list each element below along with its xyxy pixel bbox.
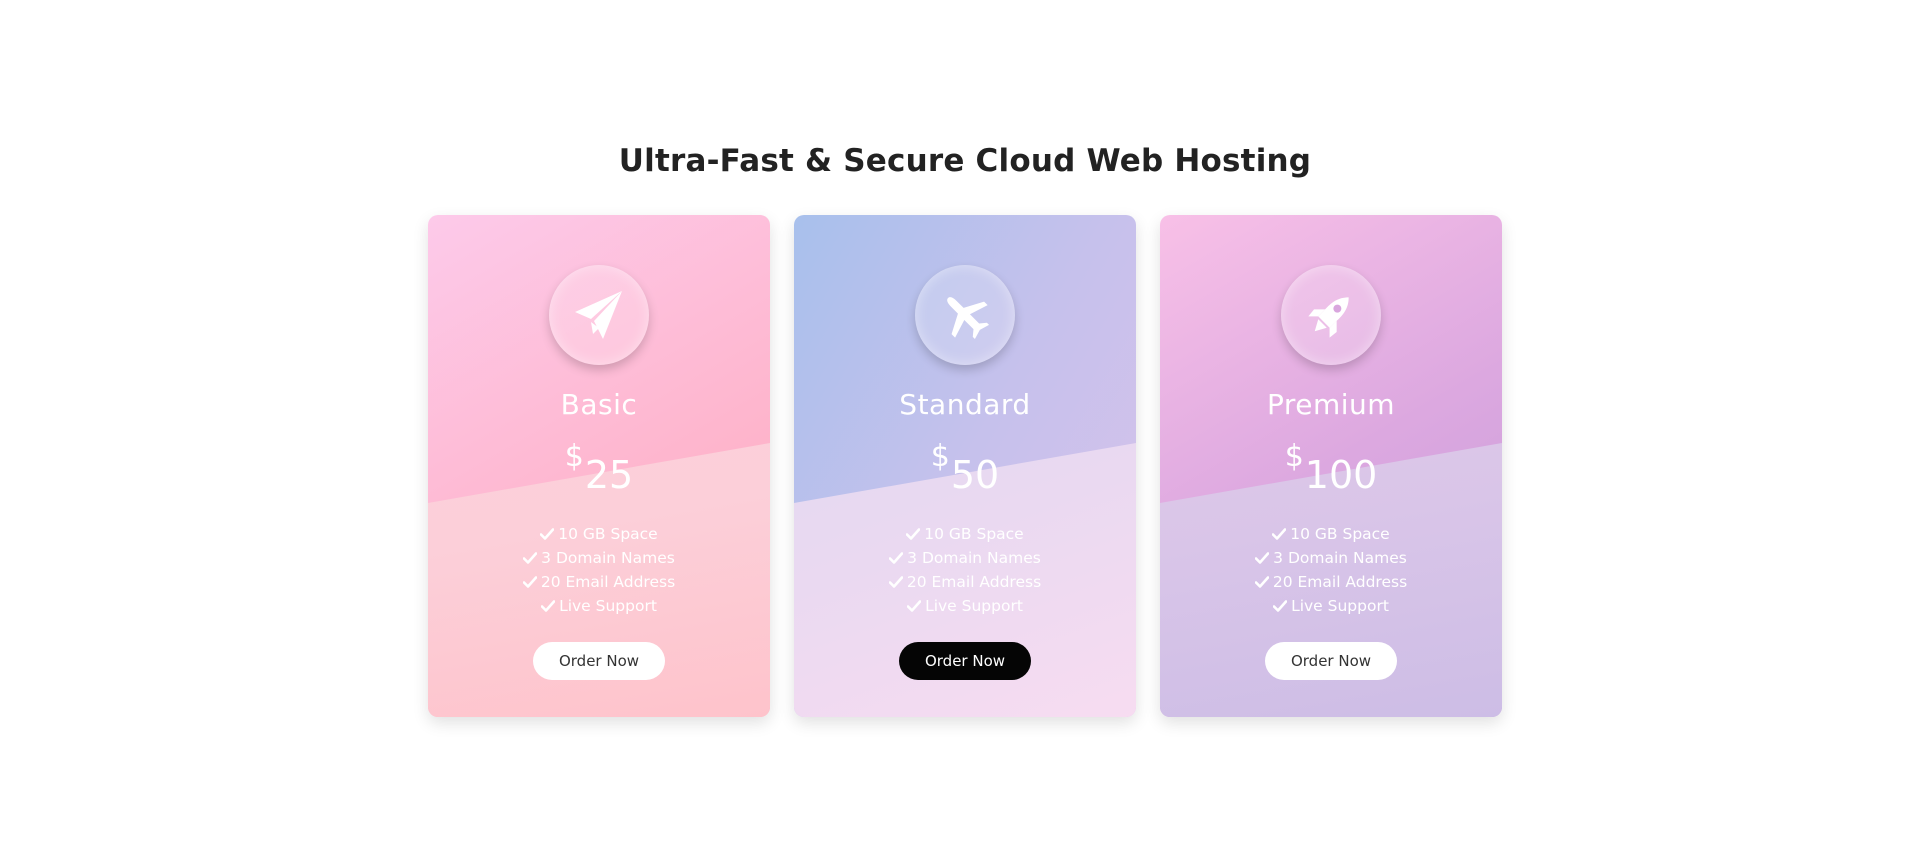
check-icon <box>1272 528 1287 540</box>
plan-price: $50 <box>794 442 1136 495</box>
feature-text: Live Support <box>559 597 657 615</box>
plan-price: $25 <box>428 442 770 495</box>
price-amount: 50 <box>950 453 1000 497</box>
currency-symbol: $ <box>930 439 950 474</box>
plan-name: Premium <box>1266 388 1396 421</box>
order-now-button-basic[interactable]: Order Now <box>533 642 665 680</box>
feature-text: 3 Domain Names <box>541 549 675 567</box>
check-icon <box>1273 600 1288 612</box>
check-icon <box>907 600 922 612</box>
plan-name: Basic <box>560 388 638 421</box>
feature-item: Live Support <box>428 594 770 618</box>
plane-icon <box>915 265 1015 365</box>
feature-list: 10 GB Space 3 Domain Names 20 Email Addr… <box>794 522 1136 618</box>
plan-price: $100 <box>1160 442 1502 495</box>
feature-item: Live Support <box>794 594 1136 618</box>
feature-text: Live Support <box>1291 597 1389 615</box>
plan-name: Standard <box>899 388 1031 421</box>
currency-symbol: $ <box>1284 439 1304 474</box>
price-amount: 100 <box>1304 453 1378 497</box>
pricing-card-basic: Basic $25 10 GB Space 3 Domain Names 20 … <box>428 215 770 717</box>
feature-text: 20 Email Address <box>906 573 1042 591</box>
page-title: Ultra-Fast & Secure Cloud Web Hosting <box>618 143 1312 179</box>
feature-text: 3 Domain Names <box>907 549 1041 567</box>
pricing-cards: Basic $25 10 GB Space 3 Domain Names 20 … <box>428 215 1502 717</box>
feature-text: 10 GB Space <box>924 525 1024 543</box>
check-icon <box>888 576 903 588</box>
feature-text: 10 GB Space <box>558 525 658 543</box>
pricing-card-standard: Standard $50 10 GB Space 3 Domain Names … <box>794 215 1136 717</box>
check-icon <box>906 528 921 540</box>
price-amount: 25 <box>584 453 634 497</box>
paper-plane-icon <box>549 265 649 365</box>
feature-list: 10 GB Space 3 Domain Names 20 Email Addr… <box>1160 522 1502 618</box>
currency-symbol: $ <box>564 439 584 474</box>
check-icon <box>523 552 538 564</box>
feature-item: 3 Domain Names <box>794 546 1136 570</box>
feature-item: 20 Email Address <box>428 570 770 594</box>
feature-text: 10 GB Space <box>1290 525 1390 543</box>
card-content: Standard $50 10 GB Space 3 Domain Names … <box>794 215 1136 717</box>
check-icon <box>541 600 556 612</box>
check-icon <box>1255 552 1270 564</box>
order-now-button-standard[interactable]: Order Now <box>899 642 1031 680</box>
feature-list: 10 GB Space 3 Domain Names 20 Email Addr… <box>428 522 770 618</box>
feature-item: 3 Domain Names <box>428 546 770 570</box>
pricing-page: Ultra-Fast & Secure Cloud Web Hosting Ba… <box>0 0 1920 850</box>
feature-item: 10 GB Space <box>794 522 1136 546</box>
check-icon <box>540 528 555 540</box>
order-now-button-premium[interactable]: Order Now <box>1265 642 1397 680</box>
feature-text: 3 Domain Names <box>1273 549 1407 567</box>
feature-item: 20 Email Address <box>794 570 1136 594</box>
card-content: Basic $25 10 GB Space 3 Domain Names 20 … <box>428 215 770 717</box>
feature-item: 3 Domain Names <box>1160 546 1502 570</box>
check-icon <box>1254 576 1269 588</box>
feature-item: Live Support <box>1160 594 1502 618</box>
feature-text: 20 Email Address <box>1272 573 1408 591</box>
pricing-card-premium: Premium $100 10 GB Space 3 Domain Names … <box>1160 215 1502 717</box>
feature-item: 10 GB Space <box>1160 522 1502 546</box>
rocket-icon <box>1281 265 1381 365</box>
check-icon <box>522 576 537 588</box>
card-content: Premium $100 10 GB Space 3 Domain Names … <box>1160 215 1502 717</box>
feature-item: 20 Email Address <box>1160 570 1502 594</box>
check-icon <box>889 552 904 564</box>
feature-text: 20 Email Address <box>540 573 676 591</box>
feature-text: Live Support <box>925 597 1023 615</box>
feature-item: 10 GB Space <box>428 522 770 546</box>
